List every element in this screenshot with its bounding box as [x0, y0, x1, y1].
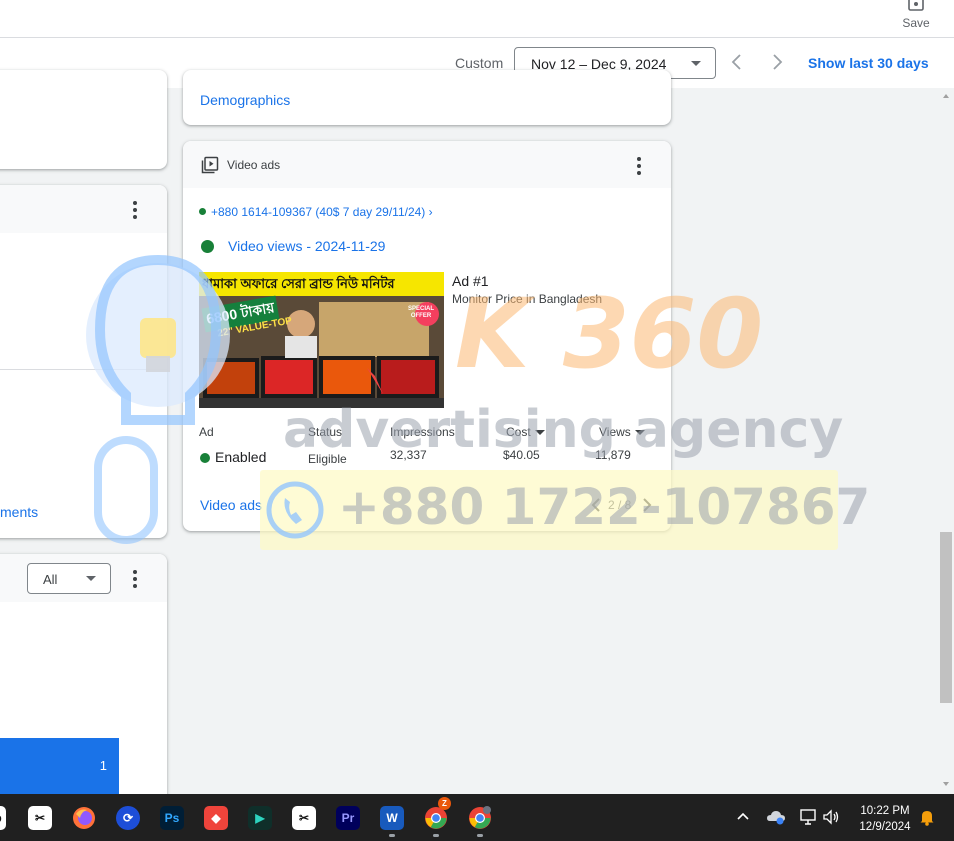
chevron-up-icon[interactable]: [736, 811, 750, 821]
toolbar-divider: [0, 37, 954, 38]
views-label: Views: [599, 425, 631, 439]
save-label: Save: [902, 16, 930, 30]
demographics-card: Demographics: [183, 70, 671, 125]
chrome-icon[interactable]: Z: [424, 797, 451, 830]
more-options-icon[interactable]: [127, 570, 143, 588]
status-dot: [199, 208, 206, 215]
chevron-down-icon: [86, 576, 96, 581]
clock-time: 10:22 PM: [860, 805, 910, 817]
active-indicator: [389, 834, 395, 837]
volume-icon[interactable]: [822, 808, 840, 826]
capcut-icon-2[interactable]: ✂: [292, 806, 316, 830]
system-clock[interactable]: 10:22 PM 12/9/2024: [850, 803, 920, 835]
card-title: Video ads: [227, 158, 281, 172]
bar: 1: [0, 738, 119, 794]
campaign-name: +880 1614-109367 (40$ 7 day 29/11/24) ›: [211, 205, 433, 219]
next-period-button[interactable]: [767, 52, 787, 72]
scroll-up-arrow[interactable]: [942, 92, 950, 100]
impressions-value: 32,337: [390, 448, 427, 462]
video-ads-card: Video ads +880 1614-109367 (40$ 7 day 29…: [183, 141, 671, 531]
demographics-link[interactable]: Demographics: [200, 92, 290, 108]
filter-value: All: [43, 572, 58, 587]
ad-group-name: Video views - 2024-11-29: [228, 238, 386, 254]
previous-period-button[interactable]: [727, 52, 747, 72]
campaign-link[interactable]: +880 1614-109367 (40$ 7 day 29/11/24) ›: [199, 205, 433, 219]
thumbnail-headline: ধামাকা অফারে সেরা ব্রান্ড নিউ মনিটর: [202, 276, 395, 291]
save-icon: [908, 0, 924, 11]
date-range-type-label: Custom: [455, 55, 504, 71]
premiere-icon[interactable]: Pr: [336, 806, 360, 830]
column-header-status: Status: [308, 425, 343, 439]
active-indicator: [433, 834, 439, 837]
left-card-top: [0, 70, 167, 169]
card-header: All: [0, 554, 167, 602]
more-options-icon[interactable]: [631, 157, 647, 175]
chrome-profile-icon[interactable]: [468, 806, 492, 830]
video-library-icon: [201, 156, 219, 174]
chevron-right-icon[interactable]: [641, 497, 653, 513]
scroll-down-arrow[interactable]: [942, 780, 950, 788]
left-card-bottom: All 1: [0, 554, 167, 804]
windows-taskbar: p ✂ ⟳ Ps ◆ ▶ ✂ Pr W Z 10:22 PM 12/9/2024: [0, 794, 954, 841]
cost-value: $40.05: [503, 448, 540, 462]
divider: [0, 369, 167, 370]
column-header-cost[interactable]: Cost: [506, 425, 545, 439]
photoshop-icon[interactable]: Ps: [160, 806, 184, 830]
thumbnail-badge: SPECIAL OFFER: [407, 306, 434, 319]
bar-value: 1: [99, 758, 107, 773]
sort-icon: [634, 430, 645, 435]
left-card-middle: ments: [0, 185, 167, 538]
filmora-icon[interactable]: ▶: [248, 806, 272, 830]
ad-status-label: Enabled: [215, 449, 267, 465]
card-header: [0, 185, 167, 233]
clock-date: 12/9/2024: [859, 821, 911, 833]
ad-status: Enabled: [200, 449, 266, 465]
capcut-icon[interactable]: ✂: [28, 806, 52, 830]
card-footer-link[interactable]: ments: [0, 504, 38, 520]
anydesk-icon[interactable]: ◆: [204, 806, 228, 830]
filter-select[interactable]: All: [27, 563, 111, 594]
sort-icon: [534, 430, 545, 435]
save-button[interactable]: Save: [896, 0, 936, 32]
status-dot: [201, 240, 214, 253]
column-header-views[interactable]: Views: [599, 425, 645, 439]
firefox-icon[interactable]: [72, 806, 96, 830]
more-options-icon[interactable]: [127, 201, 143, 219]
chrome-badge: Z: [438, 797, 451, 810]
views-value: 11,879: [595, 448, 631, 462]
onedrive-icon[interactable]: [766, 809, 786, 825]
sync-icon[interactable]: ⟳: [116, 806, 140, 830]
pagination-label: 2 / 8: [608, 498, 632, 512]
word-icon[interactable]: W: [380, 806, 404, 830]
ad-thumbnail[interactable]: ধামাকা অফারে সেরা ব্রান্ড নিউ মনিটর 6800…: [199, 272, 444, 408]
app-icon-partial[interactable]: p: [0, 806, 6, 830]
ad-title: Monitor Price in Bangladesh: [452, 292, 603, 306]
show-last-30-days-link[interactable]: Show last 30 days: [808, 55, 929, 71]
active-indicator: [477, 834, 483, 837]
ad-number: Ad #1: [452, 273, 489, 289]
chevron-down-icon: [691, 61, 701, 66]
video-ads-link[interactable]: Video ads: [200, 497, 262, 513]
column-header-impressions: Impressions: [390, 425, 455, 439]
card-header: Video ads: [183, 141, 671, 188]
eligibility-status: Eligible: [308, 452, 347, 466]
network-icon[interactable]: [799, 808, 817, 826]
notification-bell-icon[interactable]: [919, 808, 935, 826]
chevron-left-icon[interactable]: [590, 497, 602, 513]
column-header-ad: Ad: [199, 425, 214, 439]
cost-label: Cost: [506, 425, 531, 439]
enabled-status-dot: [200, 453, 210, 463]
scrollbar-thumb[interactable]: [940, 532, 952, 703]
ad-group-link[interactable]: Video views - 2024-11-29: [201, 238, 385, 254]
